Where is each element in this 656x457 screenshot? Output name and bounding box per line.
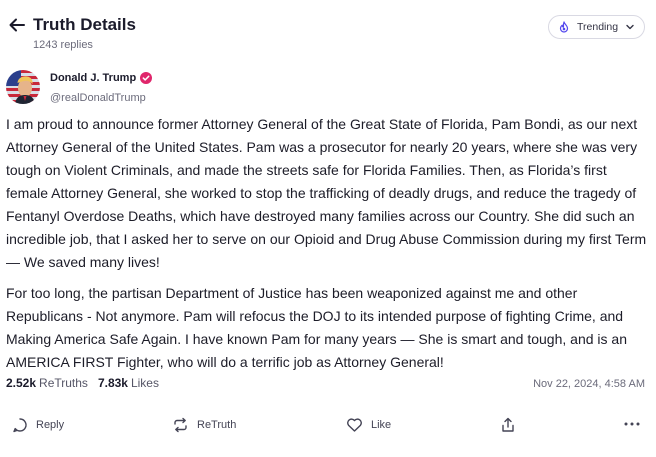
retruth-button[interactable]: ReTruth xyxy=(172,417,236,433)
reply-count: 1243 replies xyxy=(33,39,93,51)
trending-label: Trending xyxy=(577,21,619,33)
author-handle[interactable]: @realDonaldTrump xyxy=(50,92,146,104)
author-name[interactable]: Donald J. Trump xyxy=(50,72,136,84)
flame-icon xyxy=(558,21,570,33)
back-arrow-icon[interactable] xyxy=(8,16,26,34)
retruth-icon xyxy=(172,417,189,433)
chevron-down-icon xyxy=(625,22,635,32)
more-horizontal-icon xyxy=(624,421,640,427)
action-bar: Reply ReTruth Like xyxy=(0,417,656,441)
retruth-label: ReTruth xyxy=(197,419,237,431)
page-header: Truth Details 1243 replies Trending xyxy=(0,0,656,56)
likes-label[interactable]: Likes xyxy=(131,376,159,390)
post-timestamp: Nov 22, 2024, 4:58 AM xyxy=(533,378,645,390)
verified-badge-icon xyxy=(140,72,153,84)
retruths-label[interactable]: ReTruths xyxy=(39,376,88,390)
author-name-row: Donald J. Trump xyxy=(50,72,153,84)
post-author: Donald J. Trump @realDonaldTrump xyxy=(6,70,306,106)
share-button[interactable] xyxy=(500,417,516,433)
trending-dropdown[interactable]: Trending xyxy=(548,15,645,39)
more-options-button[interactable] xyxy=(624,421,640,427)
like-button[interactable]: Like xyxy=(346,417,391,433)
share-icon xyxy=(500,417,516,433)
reply-label: Reply xyxy=(36,419,65,431)
heart-icon xyxy=(346,417,363,433)
reply-icon xyxy=(12,417,28,433)
reply-button[interactable]: Reply xyxy=(12,417,64,433)
page-title: Truth Details xyxy=(33,15,136,34)
avatar[interactable] xyxy=(6,70,40,104)
post-paragraph: I am proud to announce former Attorney G… xyxy=(6,116,651,270)
likes-count[interactable]: 7.83k xyxy=(98,376,128,390)
post-stats: 2.52k ReTruths 7.83k Likes xyxy=(6,376,169,390)
like-label: Like xyxy=(371,419,392,431)
post-paragraph: For too long, the partisan Department of… xyxy=(6,285,631,370)
retruths-count[interactable]: 2.52k xyxy=(6,376,36,390)
